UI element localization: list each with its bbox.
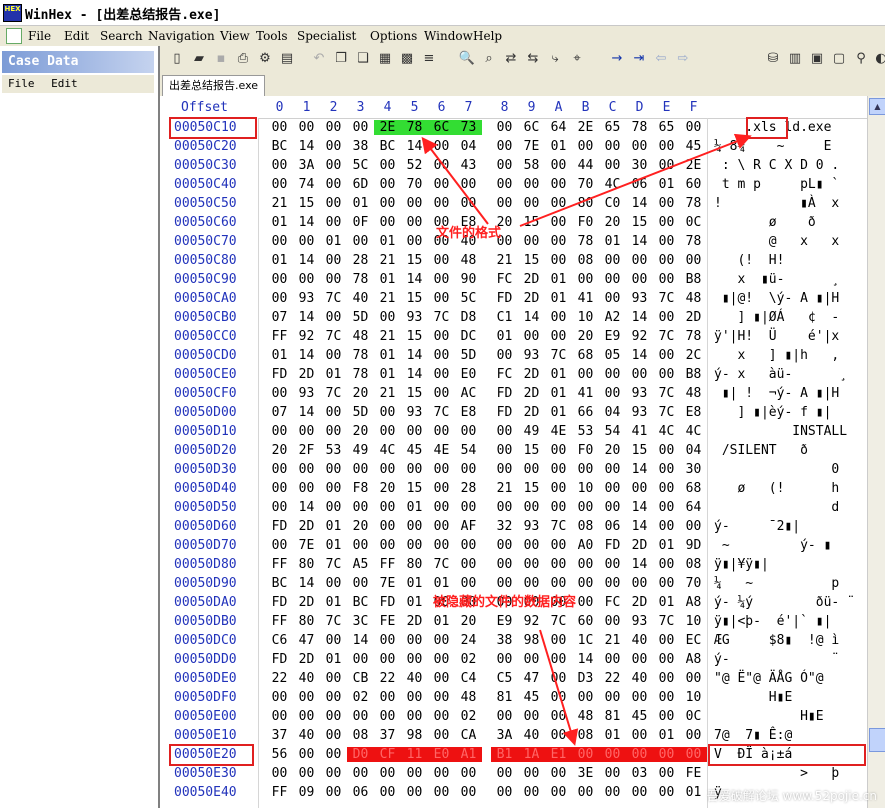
- hidden-data-annotation: 被隐藏的文件的数据内容: [433, 595, 577, 610]
- annotation-arrows: [421, 133, 752, 746]
- arrow-to-hex-format: [421, 136, 489, 225]
- arrow-to-hidden-data: [539, 629, 579, 746]
- file-format-annotation: 文件的格式: [436, 226, 502, 241]
- arrow-to-xls-text: [519, 133, 752, 227]
- watermark: 吾爱破解论坛 www.52pojie.cn: [706, 789, 877, 803]
